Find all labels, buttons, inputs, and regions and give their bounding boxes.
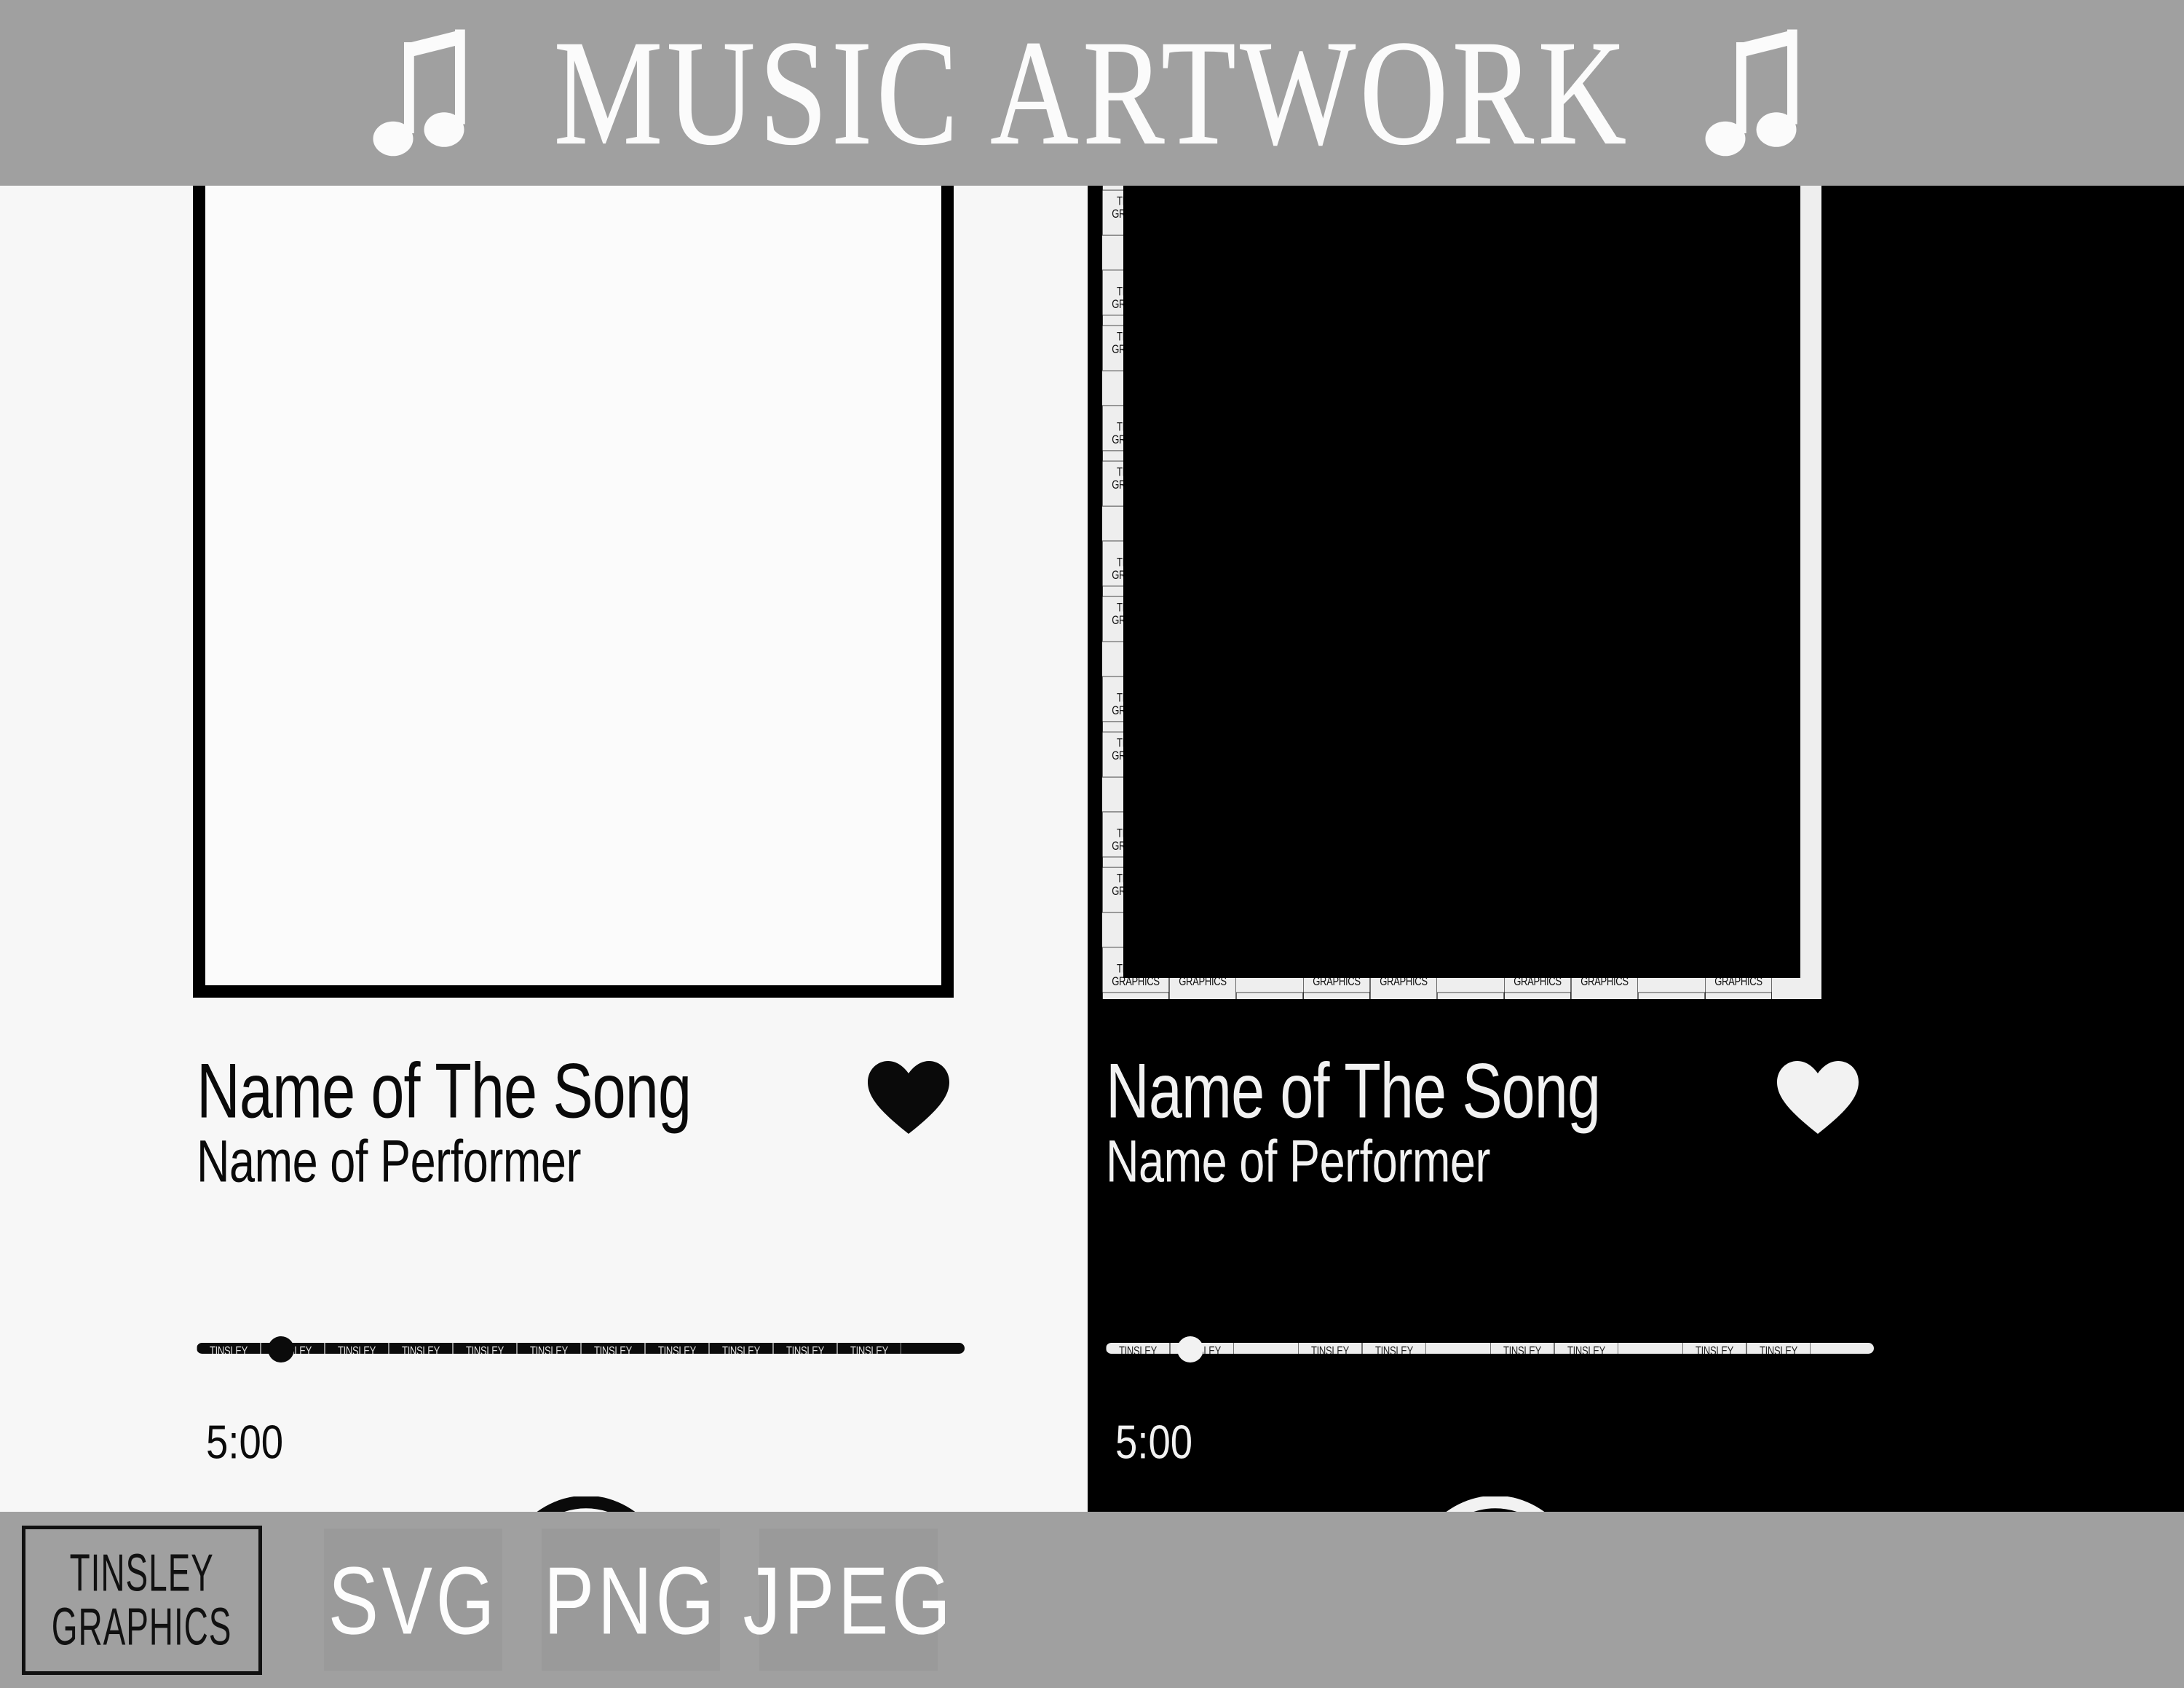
watermark-tile: TINSLEYGRAPHICS: [325, 1343, 389, 1354]
watermark-tile: TINSLEYGRAPHICS: [1370, 992, 1437, 999]
brand-logo-line2: GRAPHICS: [52, 1597, 232, 1657]
page-header: MUSIC ARTWORK: [0, 0, 2184, 186]
watermark-tile: TINSLEYGRAPHICS: [837, 1343, 901, 1354]
progress-slider[interactable]: TINSLEYGRAPHICSTINSLEYGRAPHICSTINSLEYGRA…: [197, 1336, 965, 1362]
play-button[interactable]: [499, 1496, 673, 1512]
watermark-pattern: TINSLEYGRAPHICSTINSLEYGRAPHICSTINSLEYGRA…: [197, 1343, 965, 1354]
watermark-tile: TINSLEYGRAPHICS: [1554, 1343, 1618, 1354]
progress-track[interactable]: TINSLEYGRAPHICSTINSLEYGRAPHICSTINSLEYGRA…: [197, 1343, 965, 1354]
performer-name: Name of Performer: [197, 1128, 582, 1194]
player-controls: [1117, 1496, 1867, 1512]
watermark-tile: TINSLEYGRAPHICS: [1303, 992, 1370, 999]
play-button[interactable]: [1408, 1496, 1583, 1512]
watermark-tile: TINSLEYGRAPHICS: [1618, 1343, 1682, 1354]
heart-icon[interactable]: [1776, 1060, 1860, 1135]
brand-logo: TINSLEY GRAPHICS: [22, 1525, 262, 1675]
progress-thumb[interactable]: [268, 1336, 295, 1362]
watermark-tile: TINSLEYGRAPHICS: [1362, 1343, 1426, 1354]
watermark-tile: TINSLEYGRAPHICS: [1746, 1343, 1811, 1354]
artwork-frame[interactable]: [193, 186, 954, 998]
progress-thumb[interactable]: [1177, 1336, 1204, 1362]
watermark-tile: TINSLEYGRAPHICS: [389, 1343, 453, 1354]
format-badge-svg: SVG: [324, 1529, 502, 1671]
page-footer: TINSLEY GRAPHICS SVG PNG JPEG: [0, 1512, 2184, 1688]
duration-label: 5:00: [1115, 1416, 1193, 1469]
watermark-tile: TINSLEYGRAPHICS: [581, 1343, 645, 1354]
song-title: Name of The Song: [197, 1048, 692, 1135]
watermark-tile: TINSLEYGRAPHICS: [1638, 992, 1705, 999]
mockup-panels: Name of The Song Name of Performer TINSL…: [0, 186, 2184, 1512]
watermark-tile: TINSLEYGRAPHICS: [1504, 992, 1571, 999]
file-format-badges: SVG PNG JPEG: [320, 1529, 951, 1671]
watermark-tile: TINSLEYGRAPHICS: [773, 1343, 837, 1354]
watermark-tile: TINSLEYGRAPHICS: [1234, 1343, 1298, 1354]
music-player-card-light: Name of The Song Name of Performer TINSL…: [0, 186, 1088, 1512]
artwork-placeholder-area[interactable]: [1123, 186, 1800, 978]
song-title: Name of The Song: [1106, 1048, 1601, 1135]
music-note-icon: [1704, 24, 1813, 162]
watermark-tile: TINSLEYGRAPHICS: [1490, 1343, 1554, 1354]
heart-icon[interactable]: [866, 1060, 951, 1135]
music-note-icon: [371, 24, 480, 162]
track-meta: Name of The Song Name of Performer: [197, 1048, 961, 1192]
watermark-tile: TINSLEYGRAPHICS: [1236, 992, 1303, 999]
watermark-pattern: TINSLEYGRAPHICSTINSLEYGRAPHICSTINSLEYGRA…: [1106, 1343, 1874, 1354]
format-badge-png: PNG: [542, 1529, 720, 1671]
brand-logo-line1: TINSLEY: [69, 1542, 215, 1602]
artwork-placeholder-area[interactable]: [205, 186, 941, 985]
watermark-tile: TINSLEYGRAPHICS: [645, 1343, 709, 1354]
progress-slider[interactable]: TINSLEYGRAPHICSTINSLEYGRAPHICSTINSLEYGRA…: [1106, 1336, 1874, 1362]
watermark-tile: TINSLEYGRAPHICS: [1426, 1343, 1490, 1354]
track-meta: Name of The Song Name of Performer: [1106, 1048, 1870, 1192]
watermark-tile: TINSLEYGRAPHICS: [1298, 1343, 1362, 1354]
watermark-tile: TINSLEYGRAPHICS: [1571, 992, 1638, 999]
music-player-card-dark: TINSLEYGRAPHICSTINSLEYGRAPHICSTINSLEYGRA…: [1088, 186, 2184, 1512]
watermark-tile: TINSLEYGRAPHICS: [1106, 1343, 1170, 1354]
duration-label: 5:00: [206, 1416, 284, 1469]
performer-name: Name of Performer: [1106, 1128, 1491, 1194]
artwork-frame[interactable]: TINSLEYGRAPHICSTINSLEYGRAPHICSTINSLEYGRA…: [1102, 186, 1821, 999]
watermark-tile: TINSLEYGRAPHICS: [1169, 992, 1236, 999]
page-title: MUSIC ARTWORK: [553, 9, 1631, 176]
watermark-tile: TINSLEYGRAPHICS: [517, 1343, 581, 1354]
watermark-tile: TINSLEYGRAPHICS: [1705, 992, 1772, 999]
watermark-tile: TINSLEYGRAPHICS: [1682, 1343, 1746, 1354]
progress-track[interactable]: TINSLEYGRAPHICSTINSLEYGRAPHICSTINSLEYGRA…: [1106, 1343, 1874, 1354]
player-controls: [207, 1496, 957, 1512]
watermark-tile: TINSLEYGRAPHICS: [709, 1343, 773, 1354]
watermark-tile: TINSLEYGRAPHICS: [197, 1343, 261, 1354]
format-badge-jpeg: JPEG: [743, 1529, 951, 1671]
watermark-tile: TINSLEYGRAPHICS: [1102, 992, 1169, 999]
watermark-tile: TINSLEYGRAPHICS: [453, 1343, 517, 1354]
watermark-tile: TINSLEYGRAPHICS: [1437, 992, 1504, 999]
